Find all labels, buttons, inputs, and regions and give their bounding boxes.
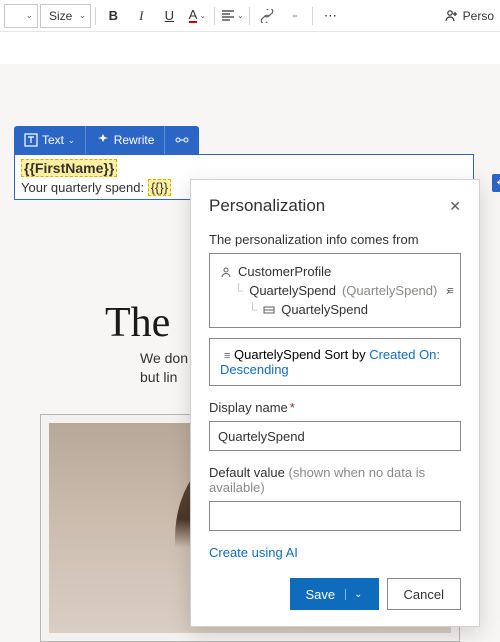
- design-canvas: Text⌄ Rewrite {{FirstName}} Your quarter…: [0, 64, 500, 84]
- panel-title: Personalization ✕: [209, 196, 461, 216]
- save-button[interactable]: Save⌄: [290, 578, 379, 610]
- link-button[interactable]: [254, 3, 280, 29]
- cancel-button[interactable]: Cancel: [387, 578, 461, 610]
- page-headline: The: [105, 299, 170, 347]
- font-family-select[interactable]: ⌄: [4, 4, 38, 28]
- font-color-button[interactable]: A⌄: [184, 3, 210, 29]
- panel-actions: Save⌄ Cancel: [209, 578, 461, 610]
- flow-icon: [175, 133, 189, 147]
- create-using-ai-link[interactable]: Create using AI: [209, 545, 461, 560]
- text-block-icon: [24, 133, 38, 147]
- formatting-toolbar: ⌄ Size⌄ B I U A⌄ ⌄ ⋯ Perso: [0, 0, 500, 32]
- separator: [249, 7, 250, 25]
- save-split-chevron[interactable]: ⌄: [345, 589, 362, 600]
- separator: [312, 7, 313, 25]
- underline-button[interactable]: U: [156, 3, 182, 29]
- text-element-menu[interactable]: Text⌄: [14, 126, 86, 154]
- chevron-down-icon: ⌄: [79, 10, 87, 21]
- token-empty[interactable]: {{}}: [148, 179, 171, 196]
- resize-handle[interactable]: ✥: [492, 174, 500, 192]
- separator: [95, 7, 96, 25]
- align-button[interactable]: ⌄: [219, 3, 245, 29]
- person-icon: [445, 9, 459, 23]
- personalization-toolbar-button[interactable]: Perso: [445, 9, 496, 23]
- person-icon: [220, 266, 232, 278]
- ribbon-spacer: [0, 32, 500, 64]
- unlink-button: [282, 3, 308, 29]
- sort-selector[interactable]: ≡ QuartelySpend Sort by Created On: Desc…: [209, 338, 461, 386]
- default-value-input[interactable]: [209, 501, 461, 531]
- element-context-toolbar: Text⌄ Rewrite: [14, 126, 199, 154]
- flow-button[interactable]: [165, 126, 199, 154]
- italic-button[interactable]: I: [128, 3, 154, 29]
- data-source-picker[interactable]: CustomerProfile └ QuartelySpend (Quartel…: [209, 253, 461, 328]
- default-value-label: Default value (shown when no data is ava…: [209, 465, 461, 495]
- field-icon: [263, 304, 275, 316]
- display-name-input[interactable]: [209, 421, 461, 451]
- page-subcopy: We don but lin: [140, 349, 188, 387]
- filter-icon: ≡: [224, 350, 230, 362]
- rewrite-button[interactable]: Rewrite: [86, 126, 166, 154]
- sparkle-icon: [96, 133, 110, 147]
- more-button[interactable]: ⋯: [317, 3, 343, 29]
- chevron-right-icon: ›: [446, 284, 450, 298]
- display-name-label: Display name*: [209, 400, 461, 415]
- chevron-down-icon: ⌄: [25, 10, 33, 21]
- close-icon[interactable]: ✕: [449, 198, 461, 215]
- link-icon: [260, 9, 274, 23]
- token-firstname[interactable]: {{FirstName}}: [21, 159, 117, 177]
- separator: [214, 7, 215, 25]
- personalization-panel: Personalization ✕ The personalization in…: [190, 179, 480, 627]
- font-size-select[interactable]: Size⌄: [40, 4, 91, 28]
- unlink-icon: [288, 9, 302, 23]
- bold-button[interactable]: B: [100, 3, 126, 29]
- align-left-icon: [221, 9, 235, 23]
- source-label: The personalization info comes from: [209, 232, 461, 247]
